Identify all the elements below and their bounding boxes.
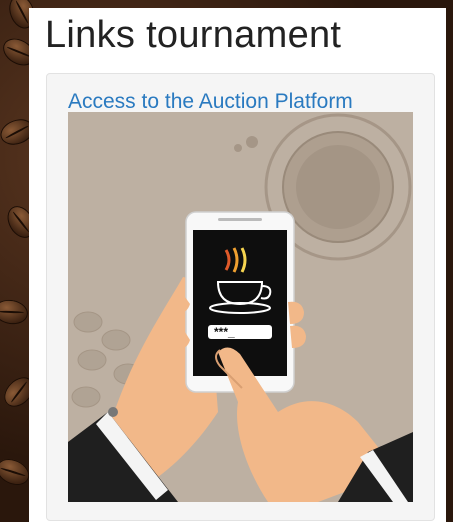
auction-card: Access to the Auction Platform ***_ <box>46 73 435 521</box>
page-title: Links tournament <box>45 14 342 56</box>
auction-illustration[interactable]: ***_ <box>68 112 413 502</box>
content-panel: Links tournament Access to the Auction P… <box>29 8 446 522</box>
auction-platform-link[interactable]: Access to the Auction Platform <box>68 90 353 114</box>
password-mask: ***_ <box>214 325 235 339</box>
